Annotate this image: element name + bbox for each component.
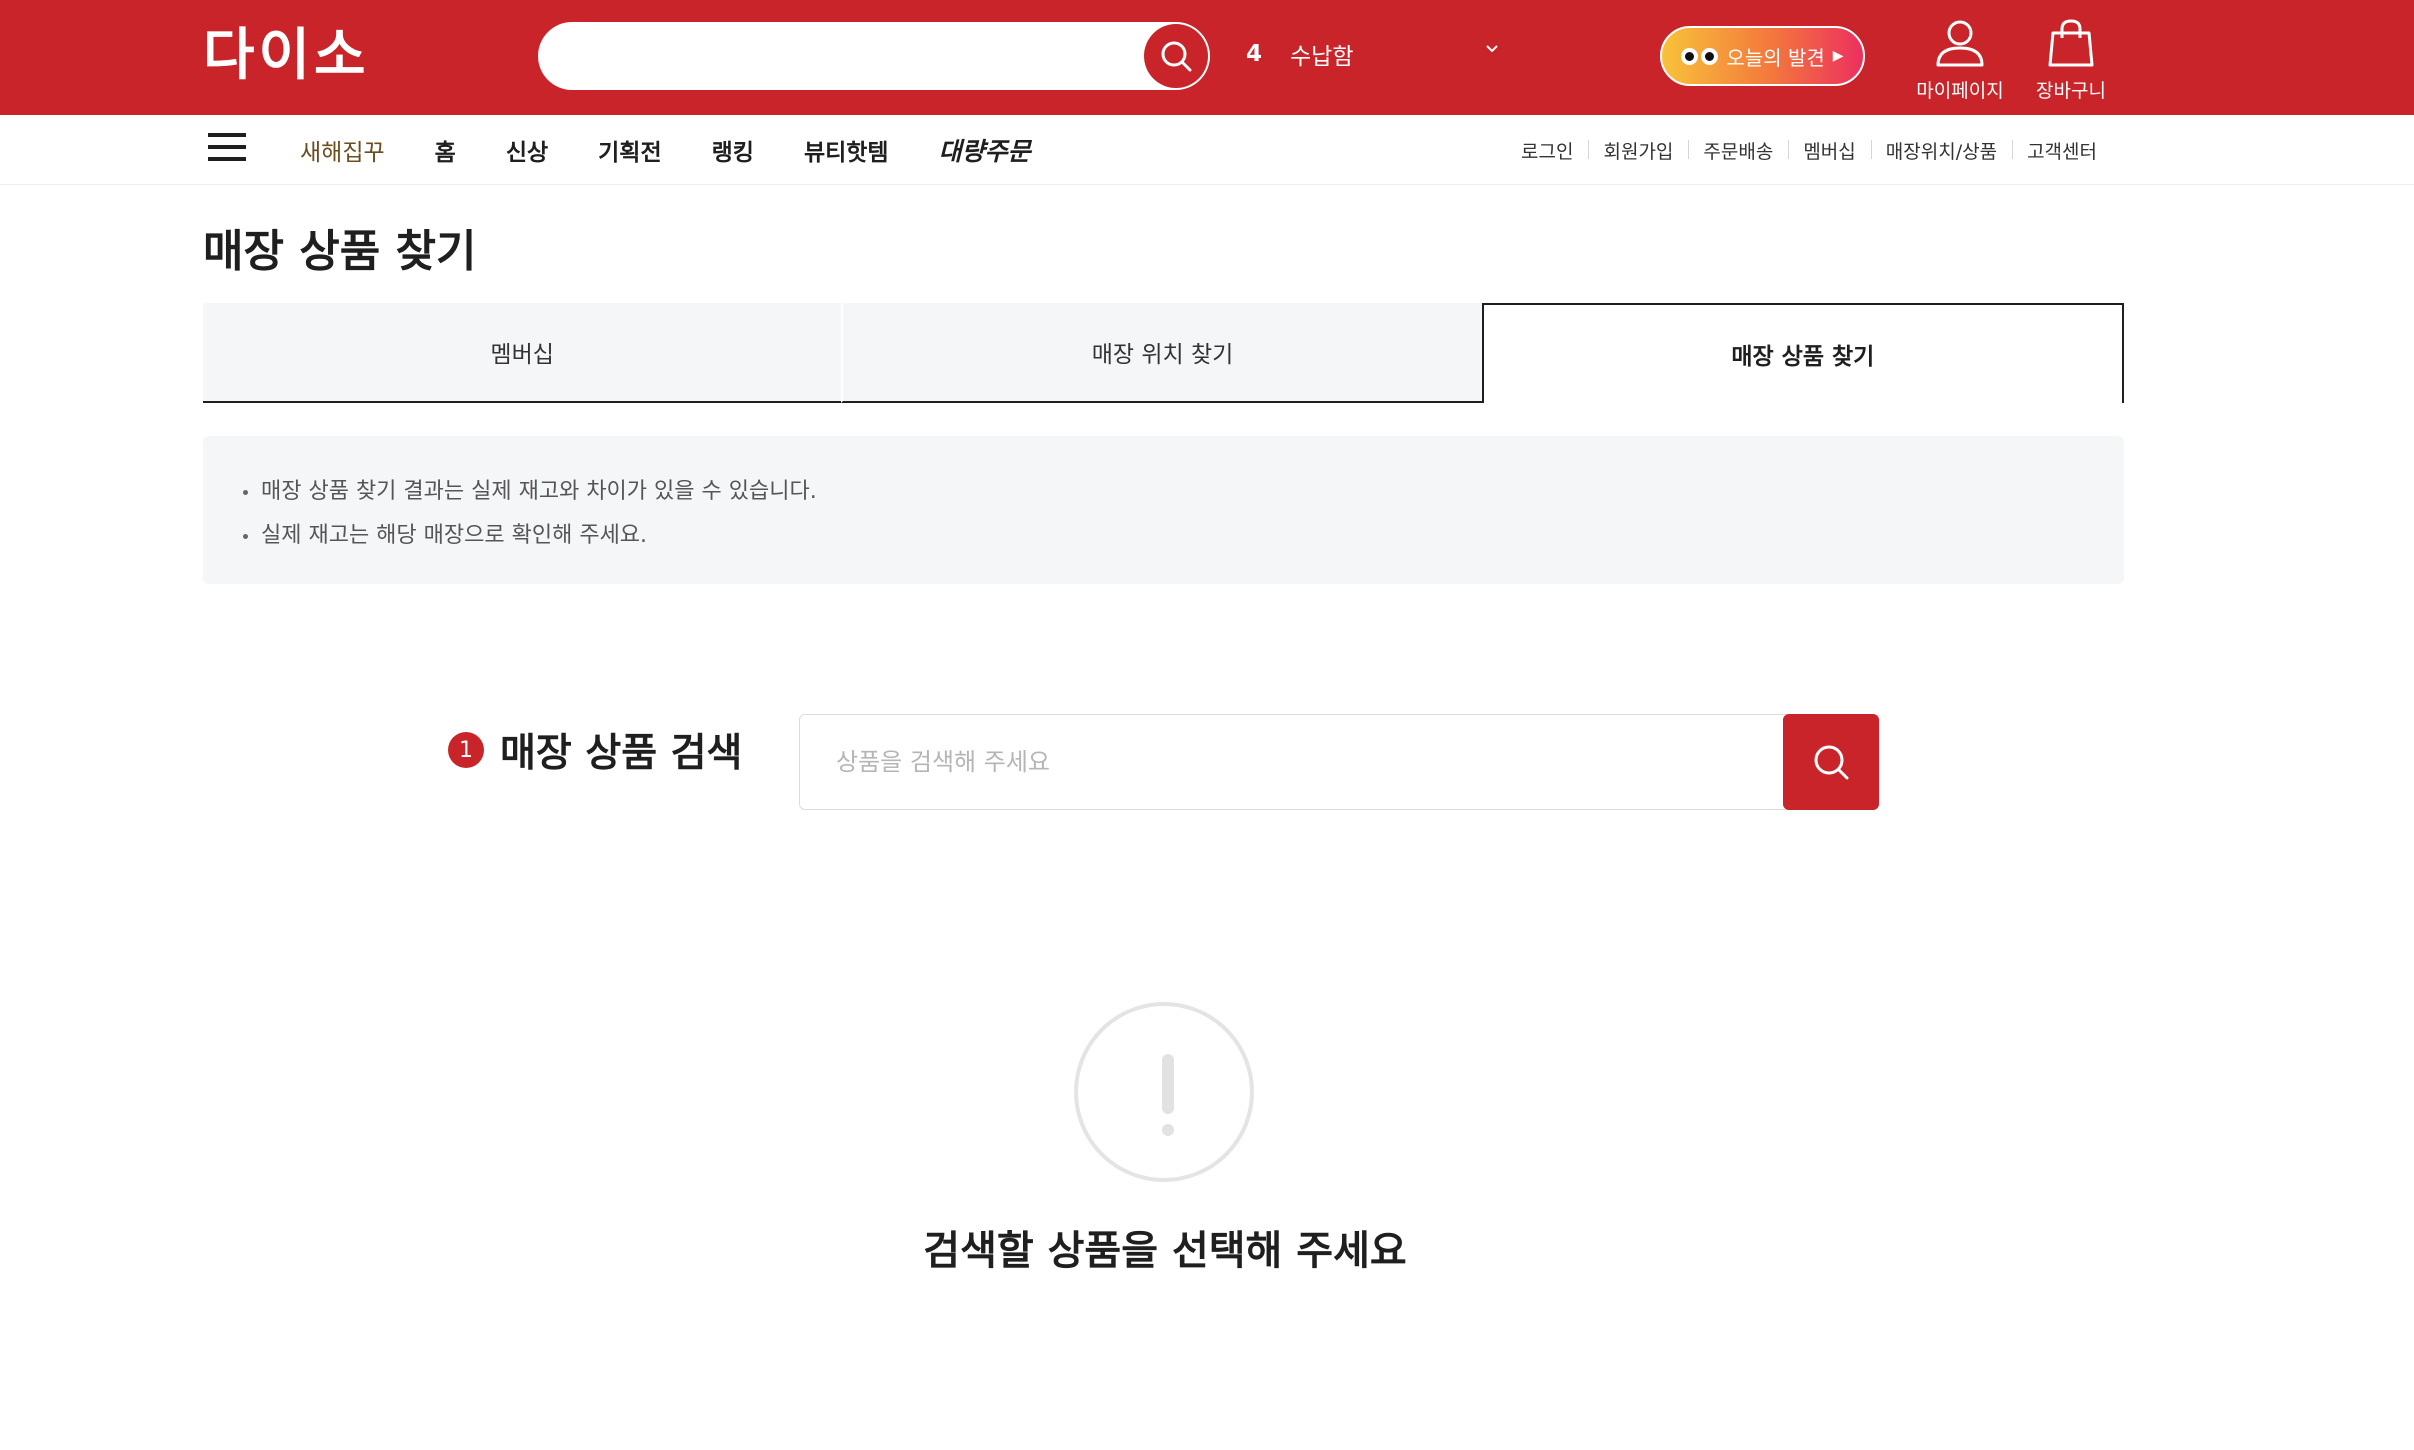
step-number-badge: 1 (448, 732, 484, 768)
mypage-button[interactable]: 마이페이지 (1910, 18, 2010, 108)
menu-icon[interactable] (208, 133, 246, 167)
gnb-item-new[interactable]: 신상 (506, 133, 548, 167)
product-search-box (799, 714, 1879, 810)
daiso-logo[interactable]: 다이소 (203, 28, 370, 84)
gnb-item-bulk-order[interactable]: 대량주문 (939, 132, 1031, 168)
page-title: 매장 상품 찾기 (203, 226, 477, 277)
product-search-button[interactable] (1783, 714, 1879, 810)
util-order-delivery[interactable]: 주문배송 (1688, 137, 1788, 164)
bag-icon (2048, 19, 2094, 67)
gnb-item-beauty[interactable]: 뷰티핫템 (804, 133, 889, 167)
tab-membership[interactable]: 멤버십 (203, 303, 842, 403)
mypage-label: 마이페이지 (1916, 80, 2004, 102)
gnb-item-home[interactable]: 홈 (435, 133, 456, 167)
utility-menu: 로그인 회원가입 주문배송 멤버십 매장위치/상품 고객센터 (1506, 115, 2112, 185)
util-login[interactable]: 로그인 (1506, 137, 1588, 164)
search-icon (1161, 41, 1192, 72)
cart-label: 장바구니 (2036, 80, 2106, 102)
user-icon (1936, 20, 1984, 67)
chevron-down-icon[interactable] (1484, 40, 1500, 56)
step-title: 매장 상품 검색 (500, 731, 743, 776)
notice-item: 매장 상품 찾기 결과는 실제 재고와 차이가 있을 수 있습니다. (239, 470, 2088, 514)
step-heading: 1 매장 상품 검색 (448, 722, 742, 778)
header-search (538, 22, 1210, 90)
gnb-item-promotion[interactable]: 기획전 (598, 133, 661, 167)
ranking-number: 4 (1246, 41, 1263, 67)
header-search-input[interactable] (568, 22, 1128, 90)
notice-box: 매장 상품 찾기 결과는 실제 재고와 차이가 있을 수 있습니다. 실제 재고… (203, 436, 2124, 584)
tab-store-product[interactable]: 매장 상품 찾기 (1481, 303, 2124, 403)
util-signup[interactable]: 회원가입 (1588, 137, 1688, 164)
util-membership[interactable]: 멤버십 (1788, 137, 1870, 164)
gnb-menu: 새해집꾸 홈 신상 기획전 랭킹 뷰티핫템 대량주문 (300, 115, 1081, 185)
empty-state-message: 검색할 상품을 선택해 주세요 (923, 1228, 1407, 1274)
search-icon (1814, 745, 1849, 780)
eyes-icon (1681, 47, 1719, 65)
tab-bar: 멤버십 매장 위치 찾기 매장 상품 찾기 (203, 303, 2124, 403)
util-customer-center[interactable]: 고객센터 (2012, 137, 2112, 164)
cart-button[interactable]: 장바구니 (2021, 18, 2121, 108)
tab-store-location[interactable]: 매장 위치 찾기 (841, 303, 1482, 403)
global-nav: 새해집꾸 홈 신상 기획전 랭킹 뷰티핫템 대량주문 로그인 회원가입 주문배송… (0, 115, 2414, 185)
gnb-item-ranking[interactable]: 랭킹 (712, 133, 754, 167)
play-arrow-icon: ▶ (1832, 48, 1844, 64)
realtime-ranking[interactable]: 4 수납함 (1246, 34, 1498, 74)
today-discovery-label: 오늘의 발견 (1726, 45, 1825, 70)
top-bar: 다이소 4 수납함 오늘의 발견 ▶ 마이페이지 장바구니 (0, 0, 2414, 115)
product-search-input[interactable] (836, 715, 1776, 809)
header-search-button[interactable] (1144, 24, 1208, 88)
gnb-item-new-year-decor[interactable]: 새해집꾸 (300, 133, 385, 167)
exclamation-icon (1074, 1002, 1254, 1182)
util-store-location[interactable]: 매장위치/상품 (1870, 137, 2012, 164)
notice-item: 실제 재고는 해당 매장으로 확인해 주세요. (239, 514, 2088, 558)
ranking-keyword: 수납함 (1290, 44, 1354, 70)
today-discovery-button[interactable]: 오늘의 발견 ▶ (1660, 26, 1865, 86)
